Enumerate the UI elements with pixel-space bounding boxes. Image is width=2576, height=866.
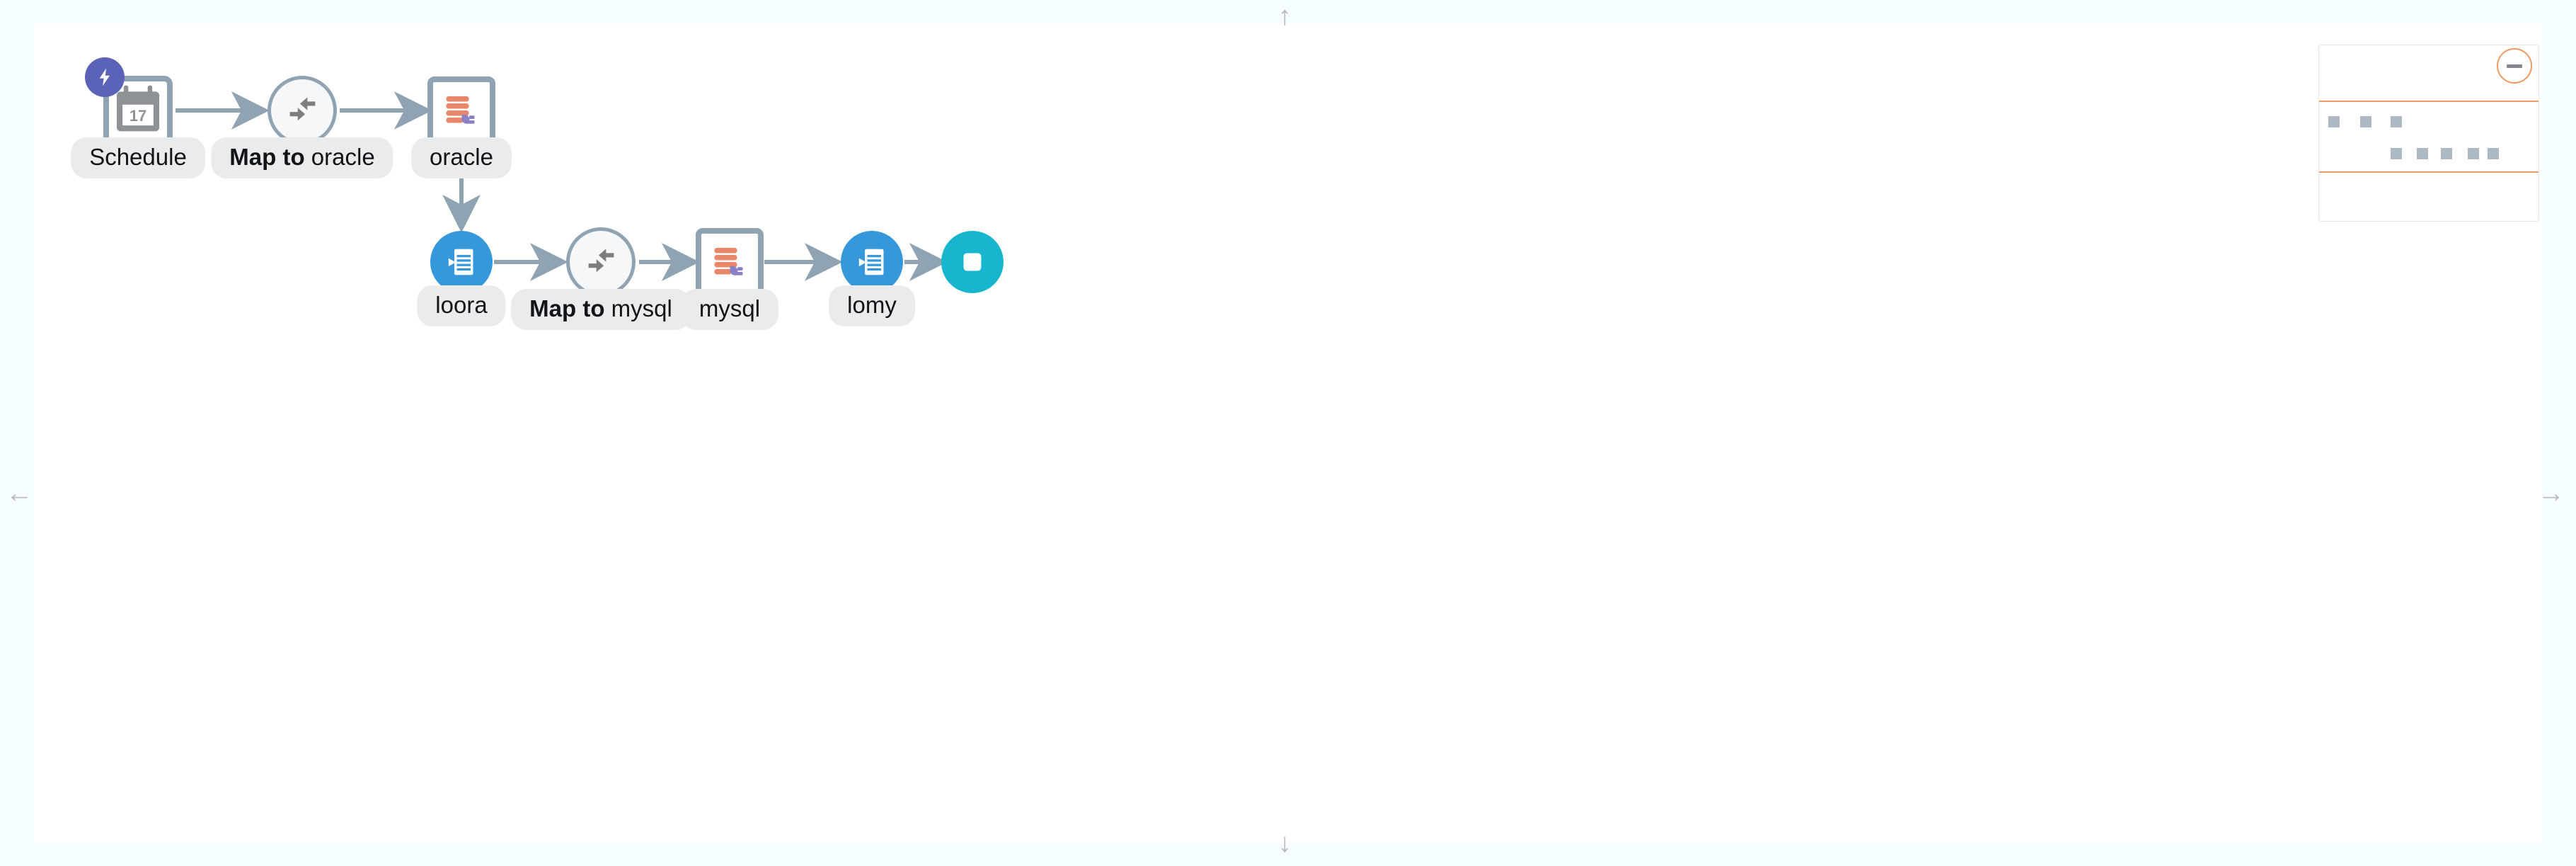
minimap-node-marker[interactable]: [2391, 148, 2402, 159]
document-play-icon: [448, 249, 473, 275]
map-to-mysql-label-target: mysql: [611, 295, 672, 321]
pan-right-arrow-icon[interactable]: →: [2538, 480, 2565, 507]
database-plug-icon: [446, 96, 475, 124]
workflow-editor: ↑ ↓ ← → 17 Schedule Map to oracle oracle…: [0, 0, 2576, 866]
map-converge-arrows-icon: [289, 97, 316, 121]
pan-left-arrow-icon[interactable]: ←: [6, 480, 33, 507]
minimap-collapse-button[interactable]: [2497, 48, 2532, 84]
map-to-mysql-label: Map to mysql: [511, 289, 691, 330]
oracle-node-label: oracle: [411, 137, 512, 178]
minimap-guide-line-top: [2319, 101, 2538, 102]
minimap-node-marker[interactable]: [2328, 116, 2340, 127]
end-node-circle[interactable]: [941, 231, 1004, 293]
lomy-node-label: lomy: [829, 285, 915, 326]
map-to-oracle-label-target: oracle: [311, 144, 375, 170]
loora-node-circle[interactable]: [430, 231, 493, 293]
pan-up-arrow-icon[interactable]: ↑: [1278, 3, 1292, 30]
loora-node-label: loora: [417, 285, 506, 326]
map-converge-arrows-icon: [588, 249, 614, 273]
minimap-node-marker[interactable]: [2360, 116, 2371, 127]
workflow-canvas[interactable]: [34, 23, 2542, 843]
svg-text:17: 17: [130, 107, 146, 125]
stop-square-icon: [963, 253, 982, 271]
mysql-node-box[interactable]: [696, 228, 764, 296]
minimap-node-marker[interactable]: [2468, 148, 2479, 159]
lomy-node-circle[interactable]: [841, 231, 903, 293]
minimap-node-marker[interactable]: [2417, 148, 2428, 159]
minimap-panel[interactable]: [2318, 45, 2539, 222]
document-play-icon: [858, 249, 884, 275]
minimap-node-marker[interactable]: [2391, 116, 2402, 127]
map-to-oracle-label: Map to oracle: [211, 137, 393, 178]
schedule-node-label: Schedule: [71, 137, 205, 178]
map-to-mysql-label-prefix: Map to: [529, 295, 605, 321]
schedule-trigger-badge: [85, 57, 125, 97]
minus-icon: [2507, 64, 2522, 68]
schedule-node-box[interactable]: 17: [85, 57, 173, 145]
minimap-node-marker[interactable]: [2441, 148, 2452, 159]
minimap-guide-line-bottom: [2319, 171, 2538, 173]
map-to-oracle-circle[interactable]: [268, 76, 337, 145]
mysql-node-label: mysql: [680, 289, 779, 330]
map-to-mysql-circle[interactable]: [566, 227, 636, 297]
minimap-node-marker[interactable]: [2488, 148, 2499, 159]
oracle-node-box[interactable]: [427, 76, 495, 144]
map-to-oracle-label-prefix: Map to: [229, 144, 305, 170]
database-plug-icon: [714, 248, 743, 275]
pan-down-arrow-icon[interactable]: ↓: [1278, 830, 1292, 857]
lightning-bolt-icon: [99, 68, 110, 86]
